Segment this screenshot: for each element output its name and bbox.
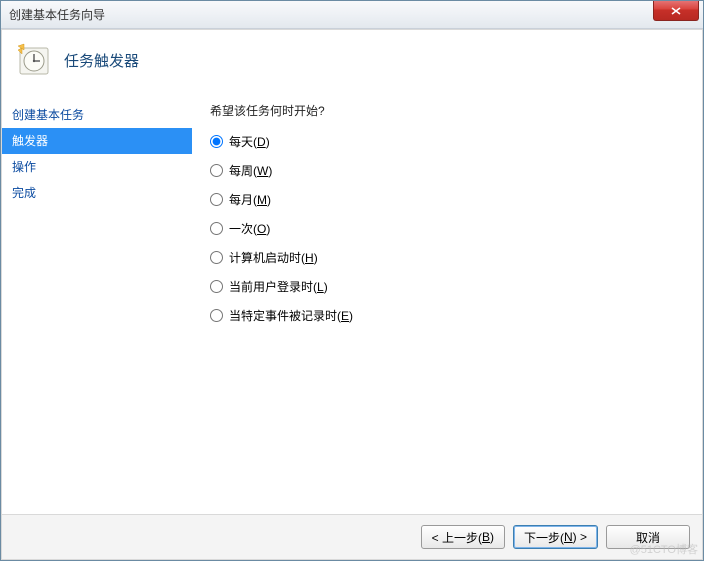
radio-event-input[interactable] [210,309,223,322]
radio-monthly[interactable]: 每月(M) [210,191,682,208]
radio-event[interactable]: 当特定事件被记录时(E) [210,307,682,324]
radio-weekly-input[interactable] [210,164,223,177]
main-panel: 希望该任务何时开始? 每天(D) 每周(W) 每月(M) 一次(O) [192,102,702,514]
radio-monthly-input[interactable] [210,193,223,206]
radio-event-label: 当特定事件被记录时(E) [229,307,353,324]
radio-logon-label: 当前用户登录时(L) [229,278,328,295]
next-button[interactable]: 下一步(N) > [513,525,598,549]
radio-boot[interactable]: 计算机启动时(H) [210,249,682,266]
radio-once-label: 一次(O) [229,220,270,237]
wizard-body: 任务触发器 创建基本任务 触发器 操作 完成 希望该任务何时开始? 每天(D) … [1,29,703,560]
clock-icon [16,42,52,78]
content-row: 创建基本任务 触发器 操作 完成 希望该任务何时开始? 每天(D) 每周(W) … [2,102,702,514]
radio-once-input[interactable] [210,222,223,235]
sidebar-item-finish[interactable]: 完成 [2,180,192,206]
radio-logon[interactable]: 当前用户登录时(L) [210,278,682,295]
sidebar: 创建基本任务 触发器 操作 完成 [2,102,192,514]
page-title: 任务触发器 [64,50,139,71]
trigger-question: 希望该任务何时开始? [210,102,682,119]
radio-boot-input[interactable] [210,251,223,264]
radio-daily[interactable]: 每天(D) [210,133,682,150]
sidebar-item-action[interactable]: 操作 [2,154,192,180]
titlebar: 创建基本任务向导 [1,1,703,29]
radio-monthly-label: 每月(M) [229,191,271,208]
radio-daily-label: 每天(D) [229,133,270,150]
radio-logon-input[interactable] [210,280,223,293]
radio-weekly[interactable]: 每周(W) [210,162,682,179]
sidebar-item-create-task[interactable]: 创建基本任务 [2,102,192,128]
footer: < 上一步(B) 下一步(N) > 取消 [2,514,702,559]
radio-daily-input[interactable] [210,135,223,148]
sidebar-item-trigger[interactable]: 触发器 [2,128,192,154]
radio-weekly-label: 每周(W) [229,162,272,179]
wizard-window: 创建基本任务向导 任务触发器 创建基本任务 [0,0,704,561]
close-icon [671,7,681,15]
back-button[interactable]: < 上一步(B) [421,525,505,549]
close-button[interactable] [653,1,699,21]
radio-once[interactable]: 一次(O) [210,220,682,237]
window-title: 创建基本任务向导 [9,6,105,23]
header-area: 任务触发器 [2,30,702,102]
radio-boot-label: 计算机启动时(H) [229,249,318,266]
cancel-button[interactable]: 取消 [606,525,690,549]
